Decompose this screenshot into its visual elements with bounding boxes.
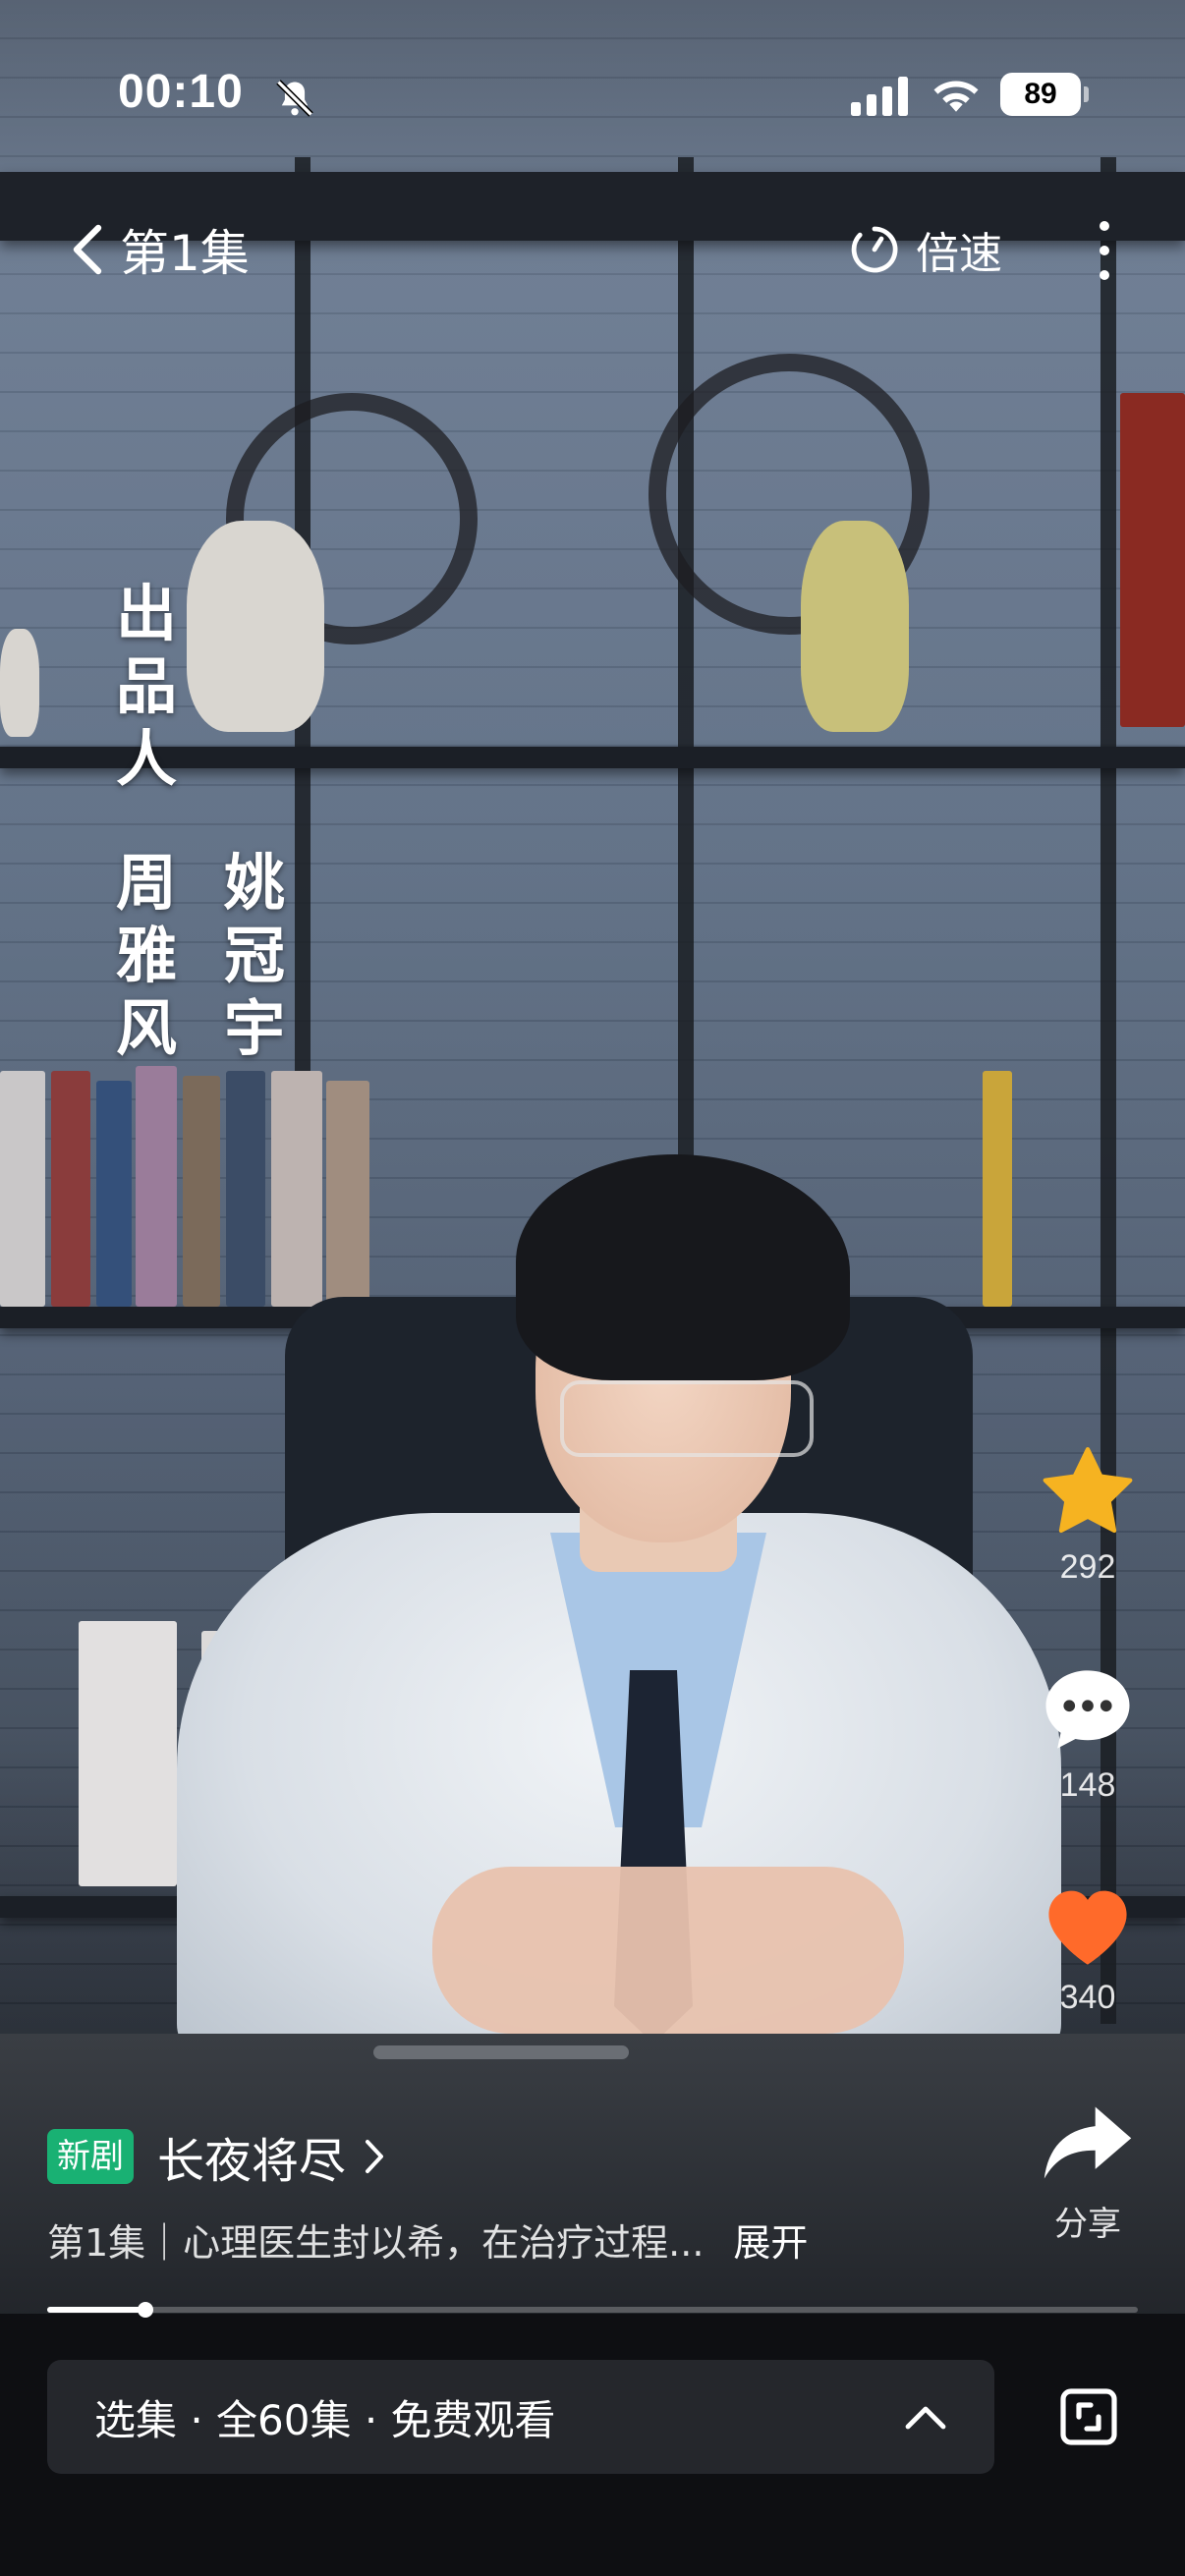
battery-icon: 89 (1000, 73, 1081, 116)
book (136, 1066, 177, 1307)
comment-button[interactable]: 148 (1022, 1662, 1154, 1805)
chevron-up-icon (905, 2406, 946, 2430)
episode-description: 第1集｜心理医生封以希，在治疗过程... 展开 (47, 2212, 808, 2267)
status-time: 00:10 (118, 66, 244, 118)
new-drama-badge: 新剧 (47, 2129, 134, 2184)
book (79, 1621, 177, 1886)
more-vertical-icon[interactable] (1085, 221, 1124, 280)
favorite-button[interactable]: 292 (1022, 1444, 1154, 1587)
comment-bubble-icon (1045, 1670, 1130, 1749)
credit-char: 周 (116, 847, 178, 919)
shelf (0, 747, 1185, 768)
drama-title-link[interactable]: 长夜将尽 (157, 2122, 385, 2191)
credit-char: 品 (116, 650, 178, 722)
back-button[interactable]: 第1集 (69, 215, 250, 284)
share-label: 分享 (1054, 2206, 1121, 2243)
credit-char: 姚 (224, 847, 286, 919)
chevron-left-icon (73, 224, 102, 275)
book (271, 1071, 322, 1307)
top-bar: 第1集 倍速 (0, 201, 1185, 296)
book (51, 1071, 90, 1307)
episode-selector-label: 选集 · 全60集 · 免费观看 (94, 2395, 556, 2444)
progress-fill (47, 2307, 145, 2313)
speed-dial-icon (851, 226, 898, 273)
vase-decor (187, 521, 324, 732)
favorite-count: 292 (1059, 1548, 1116, 1586)
credit-name-1: 周 雅 风 (116, 847, 177, 1065)
person-hands (432, 1867, 904, 2034)
book (0, 1071, 45, 1307)
comment-count: 148 (1059, 1766, 1116, 1804)
speed-label: 倍速 (916, 229, 1002, 279)
playback-speed-button[interactable]: 倍速 (847, 219, 1002, 280)
credit-name-2: 姚 冠 宇 (224, 847, 285, 1065)
description-text: 第1集｜心理医生封以希，在治疗过程... (47, 2221, 705, 2265)
credit-char: 宇 (224, 992, 286, 1064)
heart-icon (1048, 1890, 1127, 1965)
drama-info[interactable]: 新剧 长夜将尽 (47, 2122, 385, 2191)
painting-decor (1120, 393, 1185, 727)
credit-char: 人 (116, 723, 178, 795)
credit-char: 雅 (116, 920, 178, 991)
like-button[interactable]: 340 (1022, 1878, 1154, 2017)
signal-bars-icon (851, 77, 908, 116)
expand-button[interactable]: 展开 (733, 2212, 808, 2267)
pen (373, 2045, 629, 2059)
book (96, 1081, 132, 1307)
vase-decor (0, 629, 39, 737)
credit-char: 风 (116, 992, 178, 1064)
like-count: 340 (1059, 1979, 1116, 2016)
star-icon (1043, 1447, 1133, 1534)
bell-slash-icon (276, 80, 313, 117)
video-player[interactable]: 出 品 人 周 雅 风 姚 冠 宇 (0, 0, 1185, 2314)
person-glasses (560, 1380, 814, 1457)
episode-selector-button[interactable]: 选集 · 全60集 · 免费观看 (47, 2360, 994, 2474)
vase-decor (801, 521, 909, 732)
book (226, 1071, 265, 1307)
trophy-decor (983, 1071, 1012, 1307)
book (326, 1081, 369, 1307)
drama-title: 长夜将尽 (157, 2134, 347, 2189)
status-bar: 00:10 89 (0, 59, 1185, 138)
progress-bar[interactable] (47, 2302, 1138, 2318)
fullscreen-rotate-icon[interactable] (1057, 2385, 1120, 2448)
person-hair (516, 1154, 850, 1380)
credit-char: 出 (116, 578, 178, 649)
share-button[interactable]: 分享 (1022, 2099, 1154, 2245)
battery-nub (1084, 86, 1089, 102)
chevron-right-icon (366, 2140, 384, 2173)
credit-char: 冠 (224, 920, 286, 991)
wifi-icon (933, 81, 979, 112)
episode-title: 第1集 (120, 225, 250, 282)
book (183, 1076, 220, 1307)
credit-heading: 出 品 人 (116, 578, 177, 796)
share-arrow-icon (1044, 2106, 1132, 2179)
progress-knob[interactable] (137, 2302, 153, 2318)
